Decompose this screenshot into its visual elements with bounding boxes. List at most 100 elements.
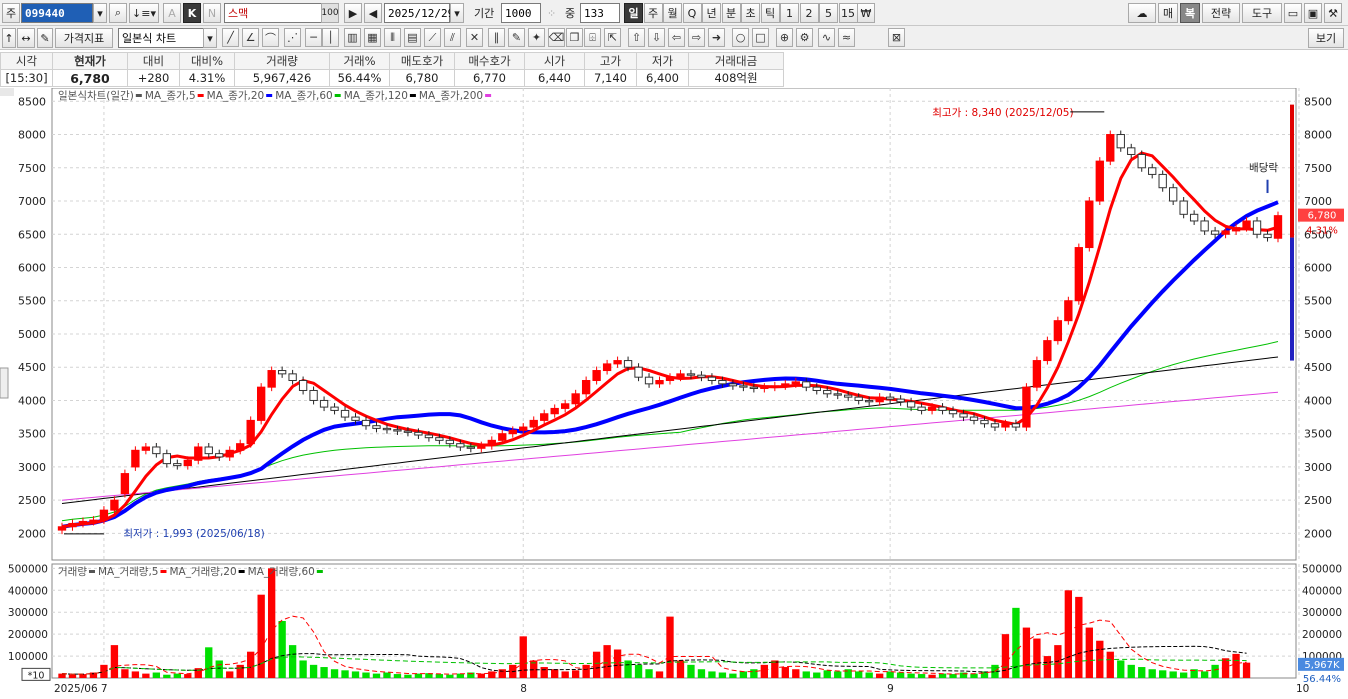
candle-body xyxy=(802,381,811,388)
circle-icon[interactable]: ○ xyxy=(732,28,749,47)
parallel-icon[interactable]: ∥ xyxy=(488,28,505,47)
candle-body xyxy=(959,413,968,418)
inner-input[interactable]: 133 xyxy=(580,3,620,23)
chart-type-select[interactable]: 일본식 차트 xyxy=(118,28,204,48)
pitchfork-icon[interactable]: ⟋ xyxy=(424,28,441,47)
rb-2[interactable]: 전략 xyxy=(1202,3,1240,23)
wave2-icon[interactable]: ≈ xyxy=(838,28,855,47)
cloud-icon[interactable]: ☁ xyxy=(1128,3,1156,23)
market-k-button[interactable]: K xyxy=(183,3,201,23)
hline-icon[interactable]: ─ xyxy=(305,28,322,47)
chart-area[interactable]: 2000 2000 2500 2500 3000 3000 3500 3500 4000 4000… xyxy=(0,87,1348,699)
angle-line-icon[interactable]: ∠ xyxy=(242,28,259,47)
market-a-button[interactable]: A xyxy=(163,3,181,23)
vline-icon[interactable]: │ xyxy=(322,28,339,47)
vlines-icon[interactable]: ⫴ xyxy=(384,28,401,47)
up-arrow-icon[interactable]: ↑ xyxy=(2,28,16,48)
rb-1[interactable]: 복 xyxy=(1180,3,1200,23)
left-icon-2-icon[interactable]: ⇦ xyxy=(668,28,685,47)
market-n-button[interactable]: N xyxy=(203,3,221,23)
snap-icon[interactable]: ⚙ xyxy=(796,28,813,47)
eraser-icon[interactable]: ⌫ xyxy=(548,28,565,47)
volume-bar xyxy=(278,621,286,678)
candle-body xyxy=(1001,423,1010,428)
pencil-icon[interactable]: ✎ xyxy=(508,28,525,47)
rb-3[interactable]: 도구 xyxy=(1242,3,1282,23)
fan-icon[interactable]: ⋰ xyxy=(284,28,301,47)
grid-icon[interactable]: ▦ xyxy=(364,28,381,47)
price-tick-left: 5500 xyxy=(18,295,46,308)
next-icon-icon[interactable]: ➜ xyxy=(708,28,725,47)
zoom-in-icon[interactable]: ⊕ xyxy=(776,28,793,47)
price-tick-left: 7500 xyxy=(18,162,46,175)
period-button-2[interactable]: 월 xyxy=(663,3,682,23)
edit-icon[interactable]: ✎ xyxy=(37,28,53,48)
channel-icon[interactable]: ▥ xyxy=(344,28,361,47)
wave-icon[interactable]: ∿ xyxy=(818,28,835,47)
annotation-dividend: 배당락 xyxy=(1249,162,1278,174)
price-tick-left: 2000 xyxy=(18,527,46,540)
next-button-icon[interactable]: ▶ xyxy=(344,3,362,23)
wrench-icon[interactable]: ⚒ xyxy=(1324,3,1342,23)
search-icon[interactable]: ⌕ xyxy=(109,3,127,23)
line-icon[interactable]: ╱ xyxy=(222,28,239,47)
save-icon[interactable]: ▣ xyxy=(1304,3,1322,23)
period-button-8[interactable]: 1 xyxy=(780,3,799,23)
candle-body xyxy=(990,423,1000,428)
view-button[interactable]: 보기 xyxy=(1308,28,1344,48)
cross-icon[interactable]: ✕ xyxy=(466,28,483,47)
down-icon-2-icon[interactable]: ⇩ xyxy=(648,28,665,47)
price-tick-right: 2500 xyxy=(1304,494,1332,507)
prev-button-icon[interactable]: ◀ xyxy=(364,3,382,23)
volume-scale-label: *10 xyxy=(28,670,45,681)
candle-body xyxy=(781,383,790,387)
candle-body xyxy=(833,393,842,396)
zoom-icon[interactable]: ⁘ xyxy=(547,3,556,23)
magic-icon[interactable]: ✦ xyxy=(528,28,545,47)
period-button-1[interactable]: 주 xyxy=(643,3,663,23)
copy-icon[interactable]: ❐ xyxy=(566,28,583,47)
sort-icon[interactable]: ↓≡▾ xyxy=(129,3,159,23)
period-button-7[interactable]: 틱 xyxy=(760,3,780,23)
rb-0[interactable]: 매 xyxy=(1158,3,1178,23)
count-badge[interactable]: 100 xyxy=(321,3,339,23)
price-tick-left: 7000 xyxy=(18,195,46,208)
cycle-icon[interactable]: ⫽ xyxy=(444,28,461,47)
volume-bar xyxy=(896,672,905,678)
candle-body xyxy=(697,374,706,378)
period-button-9[interactable]: 2 xyxy=(799,3,819,23)
up-icon-2-icon[interactable]: ⇧ xyxy=(628,28,645,47)
export-icon[interactable]: ⇱ xyxy=(604,28,621,47)
arc-icon[interactable]: ⌒ xyxy=(262,28,279,47)
candle-body xyxy=(519,426,528,431)
volume-bar xyxy=(79,674,87,678)
market-selector[interactable]: 주 xyxy=(2,3,20,23)
volume-bar xyxy=(676,660,685,678)
period-button-10[interactable]: 5 xyxy=(819,3,838,23)
won-icon[interactable]: ₩ xyxy=(857,3,875,23)
volume-bar xyxy=(205,647,213,678)
lr-arrow-icon[interactable]: ↔ xyxy=(17,28,35,48)
folder-icon[interactable]: ▭ xyxy=(1284,3,1302,23)
date-input[interactable]: 2025/12/29 xyxy=(384,3,454,23)
square-icon[interactable]: □ xyxy=(752,28,769,47)
period-input[interactable]: 1000 xyxy=(501,3,541,23)
period-button-6[interactable]: 초 xyxy=(741,3,760,23)
period-button-3[interactable]: Q xyxy=(682,3,702,23)
indicator-button[interactable]: 가격지표 xyxy=(55,28,113,48)
bars-icon[interactable]: ▤ xyxy=(404,28,421,47)
stamp-icon[interactable]: ⌹ xyxy=(584,28,601,47)
code-dropdown-icon[interactable]: ▾ xyxy=(93,3,107,23)
period-button-11[interactable]: 15 xyxy=(838,3,858,23)
chart-type-dropdown-icon[interactable]: ▾ xyxy=(203,28,217,48)
period-button-5[interactable]: 분 xyxy=(721,3,741,23)
volume-bar xyxy=(875,673,884,678)
right-icon-2-icon[interactable]: ⇨ xyxy=(688,28,705,47)
candle-body xyxy=(141,446,151,451)
date-dropdown-icon[interactable]: ▾ xyxy=(450,3,464,23)
stock-name-field[interactable]: 스맥 xyxy=(224,3,324,23)
period-button-4[interactable]: 년 xyxy=(702,3,721,23)
stock-code-input[interactable]: 099440 xyxy=(21,3,93,23)
delete-icon[interactable]: ⊠ xyxy=(888,28,905,47)
period-button-0[interactable]: 일 xyxy=(624,3,643,23)
